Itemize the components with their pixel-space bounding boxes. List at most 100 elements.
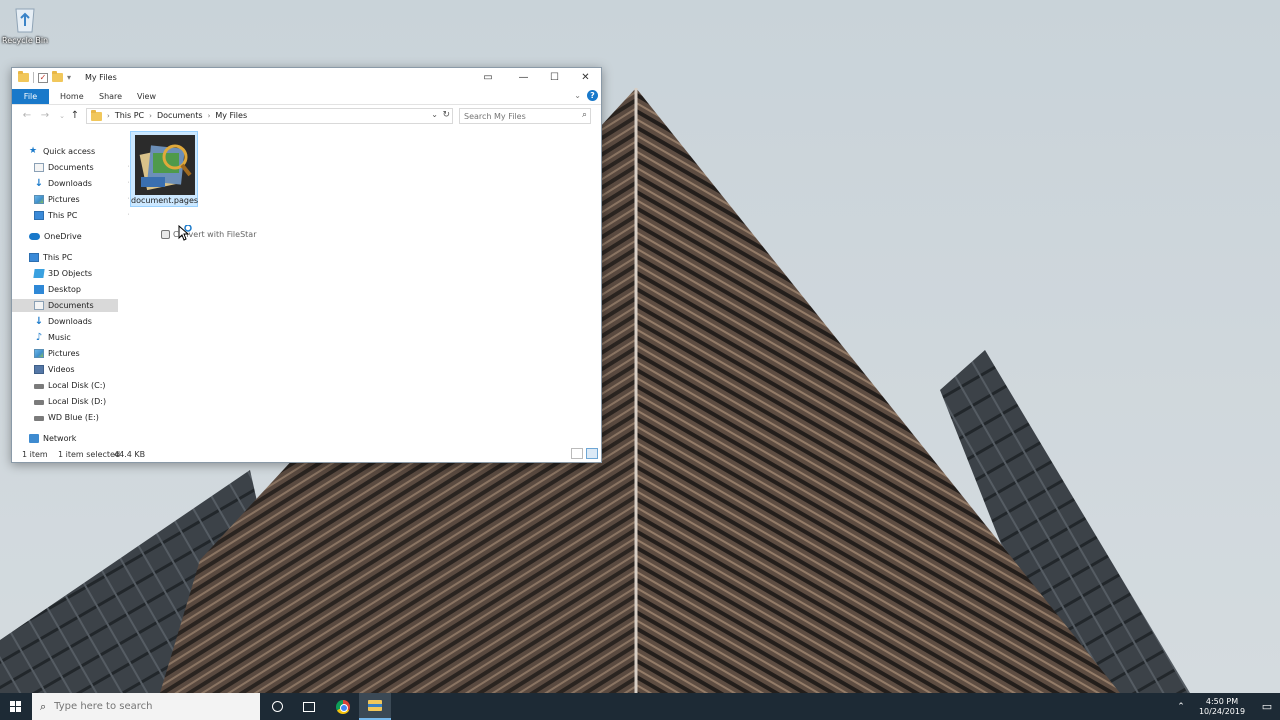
nav-item-videos[interactable]: Videos — [34, 363, 75, 376]
nav-item-desktop[interactable]: Desktop — [34, 283, 81, 296]
nav-item-music[interactable]: ♪ Music — [34, 331, 71, 344]
up-button[interactable]: ↑ — [68, 109, 82, 123]
file-explorer-window: ✓ ▾ My Files ▭ — ☐ ✕ File Home Share Vie… — [11, 67, 602, 463]
convert-with-filestar-hint[interactable]: Convert with FileStar — [161, 230, 256, 239]
details-view-button[interactable] — [571, 448, 583, 459]
file-name: document.pages — [131, 196, 199, 205]
search-box[interactable]: ⌕ — [459, 108, 591, 124]
tab-share[interactable]: Share — [99, 90, 122, 104]
pictures-icon — [34, 195, 44, 204]
back-button[interactable]: ← — [20, 109, 34, 123]
nav-item-label: 3D Objects — [48, 269, 93, 278]
show-hidden-icons-chevron-icon[interactable]: ⌃ — [1172, 702, 1190, 712]
expand-ribbon-chevron-icon[interactable]: ⌄ — [574, 91, 581, 100]
chrome-icon — [336, 699, 350, 714]
tab-home[interactable]: Home — [60, 90, 84, 104]
cortana-button[interactable] — [261, 693, 293, 720]
breadcrumb-documents[interactable]: Documents — [157, 111, 203, 120]
nav-item-this-pc[interactable]: This PC — [29, 251, 72, 264]
nav-item-label: Pictures — [48, 195, 80, 204]
cortana-icon — [271, 701, 283, 712]
breadcrumb-my-files[interactable]: My Files — [215, 111, 247, 120]
minimize-button[interactable]: — — [508, 68, 539, 87]
clock-time: 4:50 PM — [1205, 696, 1239, 706]
nav-item-pictures[interactable]: Pictures✎ — [34, 193, 134, 206]
nav-item-quick-access[interactable]: ★ Quick access — [29, 145, 95, 158]
forward-button[interactable]: → — [38, 109, 52, 123]
nav-item-label: Network — [43, 434, 77, 443]
nav-item-network[interactable]: Network — [29, 432, 76, 445]
navigation-pane: ★Quick accessDocuments✎↓Downloads✎Pictur… — [12, 127, 134, 445]
network-icon — [29, 434, 39, 443]
nav-item-label: Documents — [48, 301, 94, 310]
chevron-right-icon[interactable]: › — [208, 112, 211, 120]
file-list-area[interactable]: document.pages Convert with FileStar — [129, 127, 601, 445]
recent-locations-chevron-icon[interactable]: ⌄ — [55, 109, 69, 123]
recycle-bin-label: Recycle Bin — [2, 36, 49, 45]
nav-item-3d-objects[interactable]: 3D Objects — [33, 267, 93, 280]
chevron-right-icon[interactable]: › — [107, 112, 110, 120]
disk-icon — [34, 400, 44, 405]
pages-document-icon — [135, 135, 195, 195]
folder-icon — [91, 110, 102, 121]
nav-item-downloads[interactable]: ↓ Downloads — [34, 315, 92, 328]
chrome-taskbar-button[interactable] — [327, 693, 359, 720]
item-count: 1 item — [22, 450, 48, 459]
selection-size: 44.4 KB — [114, 450, 146, 459]
filestar-icon — [161, 230, 170, 239]
nav-item-this-pc[interactable]: This PC✎ — [34, 209, 134, 222]
address-dropdown-icon[interactable]: ⌄ — [431, 110, 438, 119]
file-item-document-pages[interactable]: document.pages — [130, 131, 198, 207]
folder-icon — [18, 71, 29, 82]
tab-file[interactable]: File — [12, 89, 49, 104]
disk-icon — [34, 416, 44, 421]
chevron-right-icon[interactable]: › — [149, 112, 152, 120]
nav-item-wd-blue-e[interactable]: WD Blue (E:) — [34, 411, 99, 424]
nav-item-pictures[interactable]: Pictures — [34, 347, 80, 360]
desktop-icon — [34, 285, 44, 294]
address-bar[interactable]: › This PC › Documents › My Files ⌄ ↻ — [86, 108, 453, 124]
new-folder-icon[interactable] — [52, 71, 63, 82]
taskbar-search-box[interactable]: ⌕ — [32, 693, 260, 720]
refresh-icon[interactable]: ↻ — [442, 110, 450, 120]
tablet-mode-icon[interactable]: ▭ — [468, 68, 508, 87]
tab-view[interactable]: View — [137, 90, 156, 104]
system-tray: ⌃ 4:50 PM 10/24/2019 ▭ — [1172, 693, 1280, 720]
properties-icon[interactable]: ✓ — [38, 72, 48, 83]
nav-item-local-disk-c[interactable]: Local Disk (C:) — [34, 379, 106, 392]
separator — [33, 72, 34, 83]
action-center-icon[interactable]: ▭ — [1254, 700, 1280, 713]
close-button[interactable]: ✕ — [570, 68, 601, 87]
maximize-button[interactable]: ☐ — [539, 68, 570, 87]
this-pc-icon — [34, 211, 44, 220]
title-bar[interactable]: ✓ ▾ My Files ▭ — ☐ ✕ — [12, 68, 601, 87]
recycle-bin-shortcut[interactable]: Recycle Bin — [2, 4, 48, 45]
clock[interactable]: 4:50 PM 10/24/2019 — [1190, 697, 1254, 717]
nav-item-label: Downloads — [48, 317, 92, 326]
task-view-button[interactable] — [293, 693, 325, 720]
customize-qat-icon[interactable]: ▾ — [67, 73, 71, 82]
nav-item-downloads[interactable]: ↓Downloads✎ — [34, 177, 134, 190]
music-icon: ♪ — [35, 332, 43, 343]
recycle-bin-icon — [12, 4, 38, 34]
large-icons-view-button[interactable] — [586, 448, 598, 459]
documents-icon — [34, 163, 44, 172]
nav-item-label: WD Blue (E:) — [48, 413, 99, 422]
help-icon[interactable]: ? — [587, 90, 598, 101]
nav-item-documents[interactable]: Documents✎ — [34, 161, 134, 174]
nav-item-documents[interactable]: Documents — [12, 299, 118, 312]
cloud-icon — [29, 233, 40, 240]
breadcrumb-this-pc[interactable]: This PC — [115, 111, 144, 120]
start-button[interactable] — [0, 693, 32, 720]
downloads-icon: ↓ — [34, 178, 44, 189]
file-explorer-taskbar-button[interactable] — [359, 693, 391, 720]
taskbar-search-input[interactable] — [54, 701, 245, 712]
nav-item-label: This PC — [48, 211, 78, 220]
nav-item-label: Downloads — [48, 179, 92, 188]
nav-item-label: This PC — [43, 253, 73, 262]
ribbon: File Home Share View ⌄ ? — [12, 87, 601, 105]
nav-item-onedrive[interactable]: OneDrive — [29, 230, 82, 243]
search-input[interactable] — [460, 109, 572, 123]
nav-item-local-disk-d[interactable]: Local Disk (D:) — [34, 395, 106, 408]
nav-item-label: Videos — [48, 365, 75, 374]
